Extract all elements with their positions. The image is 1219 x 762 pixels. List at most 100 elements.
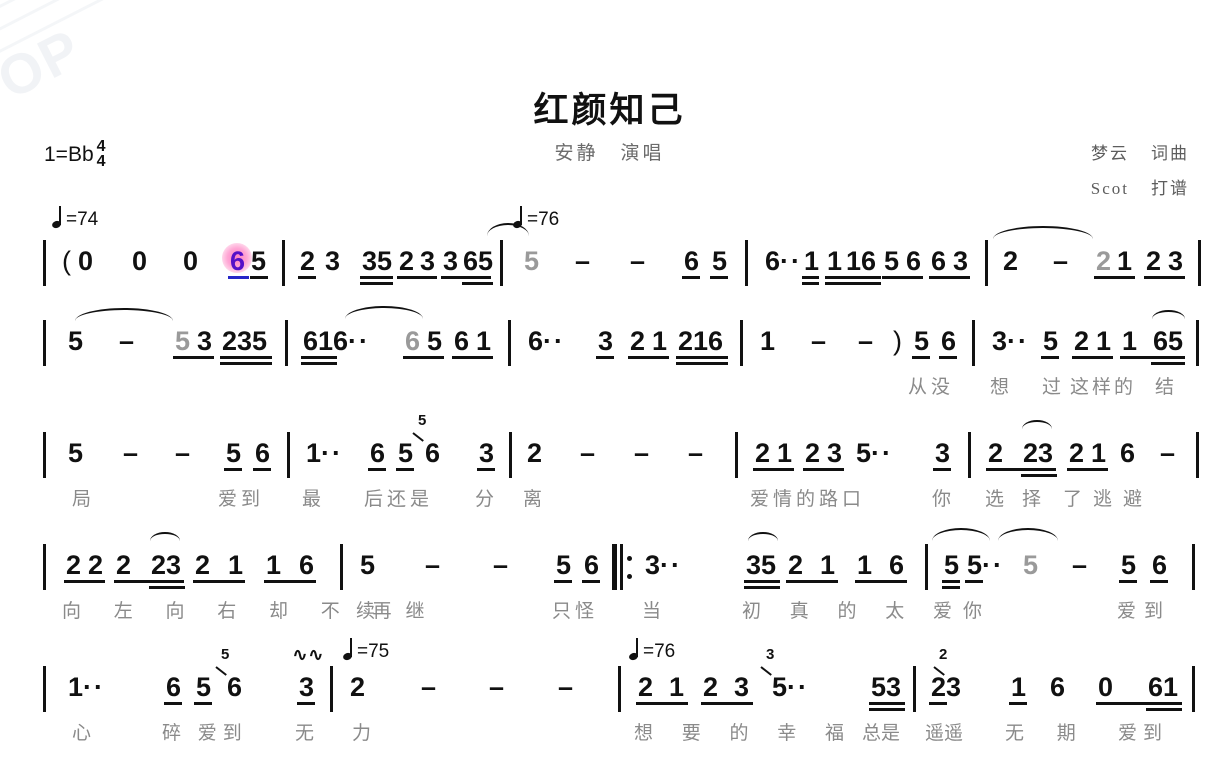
stave-2: 5 – 5 3 235 616· 6 5 6 1 6· 3 2 1 216 1 …	[0, 300, 1219, 410]
note: 3	[479, 438, 495, 468]
barline	[1198, 240, 1201, 286]
barline	[913, 666, 916, 712]
beam	[636, 702, 688, 705]
note: 65	[1153, 326, 1184, 356]
barline	[282, 240, 285, 286]
note: 5·	[856, 440, 891, 467]
note: 6	[584, 550, 600, 580]
beam	[912, 356, 930, 359]
barline	[985, 240, 988, 286]
note: 1	[669, 672, 685, 702]
beam	[855, 580, 907, 583]
lyric: 过	[1042, 377, 1062, 398]
mordent-icon: ∿∿	[292, 644, 324, 666]
note: 2	[805, 438, 821, 468]
beam	[1094, 276, 1135, 279]
barline	[509, 432, 512, 478]
credit-engraver-name: Scot	[1090, 179, 1129, 198]
note-dash: –	[858, 326, 874, 356]
note: 6	[166, 672, 182, 702]
beam	[253, 468, 271, 471]
slur	[1022, 420, 1052, 429]
barline	[1192, 544, 1195, 590]
note: 1	[266, 550, 282, 580]
note: 2	[703, 672, 719, 702]
lyric: 爱到	[1117, 601, 1172, 622]
tempo-value-3: =75	[357, 641, 390, 662]
key-signature-label: 1=Bb	[44, 143, 94, 167]
note: 2	[630, 326, 646, 356]
note: 3	[420, 246, 436, 276]
note: 5	[884, 246, 900, 276]
beam	[264, 580, 316, 583]
note-dash: –	[175, 438, 191, 468]
beam	[676, 362, 728, 365]
grace-note: 3	[766, 646, 775, 663]
beam	[297, 702, 315, 705]
note: 0	[78, 246, 94, 276]
note: 2	[116, 550, 132, 580]
note-dash: –	[1072, 550, 1088, 580]
beam	[869, 708, 905, 711]
lyric: 当	[642, 601, 662, 622]
beam	[173, 356, 214, 359]
note-dash: –	[630, 246, 646, 276]
beam	[228, 276, 249, 279]
barline	[43, 544, 46, 590]
note: 2	[66, 550, 82, 580]
credit-composer-role: 词曲	[1151, 144, 1189, 163]
open-paren: (	[62, 246, 71, 276]
barline	[740, 320, 743, 366]
grace-stroke	[215, 666, 227, 676]
note-dash: –	[1160, 438, 1176, 468]
note: 5	[226, 438, 242, 468]
quarter-note-icon	[51, 206, 64, 230]
note: 6·	[765, 248, 800, 275]
note-dash: –	[811, 326, 827, 356]
beam	[220, 356, 272, 359]
slur	[75, 308, 173, 321]
note-dash: –	[119, 326, 135, 356]
beam	[825, 276, 881, 279]
tempo-mark-3: =75	[342, 638, 390, 662]
note: 216	[678, 326, 724, 356]
lyric: 局	[72, 489, 92, 510]
beam	[802, 276, 819, 279]
grace-stroke	[412, 432, 424, 442]
performer-line: 安静 演唱	[554, 143, 665, 164]
tempo-value-1: =74	[66, 209, 99, 230]
note: 5	[1023, 550, 1039, 580]
note: 6	[299, 550, 315, 580]
note: 5	[914, 326, 930, 356]
beam	[682, 276, 700, 279]
lyric: 分	[475, 489, 495, 510]
note: 6	[906, 246, 922, 276]
beam	[628, 356, 669, 359]
beam	[477, 468, 495, 471]
lyric: 只怪	[552, 601, 599, 622]
note: 5	[1121, 550, 1137, 580]
note: 5·	[772, 674, 807, 701]
note-dash: –	[421, 672, 437, 702]
lyric: 遥遥	[925, 723, 964, 744]
beam	[1150, 580, 1168, 583]
note-dash: –	[425, 550, 441, 580]
tempo-mark-2: =76	[512, 206, 559, 230]
note: 2	[195, 550, 211, 580]
note: 5	[68, 326, 84, 356]
slur	[345, 306, 423, 319]
tempo-mark-4: =76	[628, 638, 675, 662]
slur	[998, 528, 1058, 541]
beam	[360, 282, 393, 285]
lyric: 爱到	[1118, 723, 1169, 744]
lyric: 想 要 的 幸 福	[634, 723, 857, 744]
note: 2	[638, 672, 654, 702]
note: 23	[151, 550, 182, 580]
time-signature-denominator: 4	[96, 153, 106, 171]
credit-engraver-role: 打谱	[1151, 179, 1189, 198]
beam	[403, 356, 444, 359]
lyric: 初 真 的 太 爱	[742, 601, 965, 622]
beam	[462, 282, 493, 285]
lyric: 续	[356, 601, 376, 622]
grace-stroke	[760, 666, 772, 676]
